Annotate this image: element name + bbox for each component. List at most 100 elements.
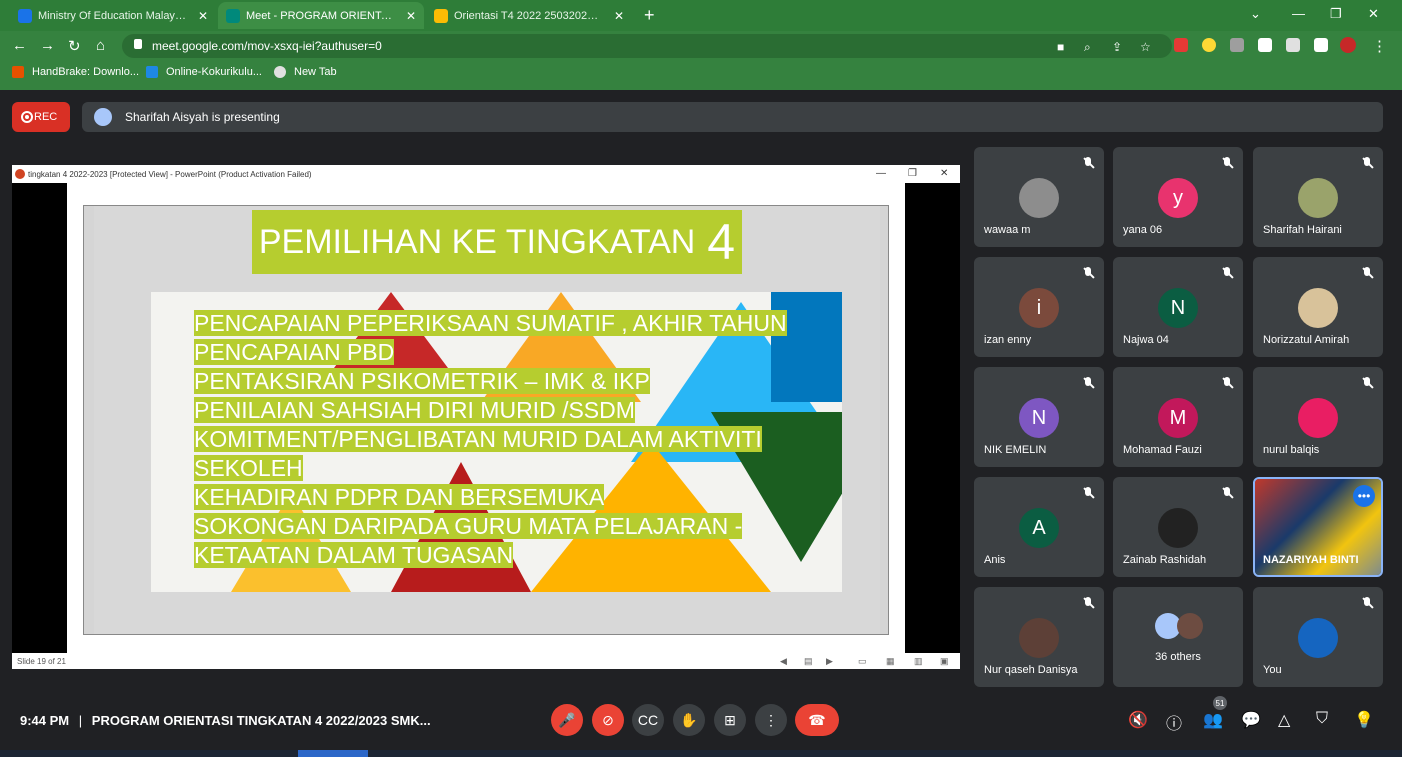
captions-button[interactable]: CC <box>632 704 664 736</box>
people-icon[interactable]: 👥 <box>1203 710 1223 730</box>
avatar <box>1298 618 1338 658</box>
meeting-details-icon[interactable]: ⓘ <box>1166 710 1182 734</box>
participant-tile[interactable]: A Anis <box>974 477 1104 577</box>
mic-off-icon <box>1082 267 1094 279</box>
tab-search-icon[interactable]: ⌄ <box>1250 6 1261 22</box>
powerpoint-statusbar: Slide 19 of 21 ◀ ▤ ▶ ▭ ▦ ▥ ▣ <box>12 653 960 669</box>
mic-toggle-button[interactable]: 🎤 <box>551 704 583 736</box>
bookmark-handbrake[interactable]: HandBrake: Downlo... <box>12 66 139 78</box>
extension-red-icon[interactable] <box>1174 38 1188 52</box>
raise-hand-button[interactable]: ✋ <box>673 704 705 736</box>
extension-gray-icon[interactable] <box>1230 38 1244 52</box>
participant-tile[interactable]: nurul balqis <box>1253 367 1383 467</box>
notes-icon: ▤ <box>804 656 813 666</box>
home-icon[interactable]: ⌂ <box>96 37 105 54</box>
window-close-icon[interactable]: ✕ <box>1368 6 1379 22</box>
bullet: PENCAPAIAN PEPERIKSAAN SUMATIF , AKHIR T… <box>194 310 787 336</box>
bookmark-label: Online-Kokurikulu... <box>166 66 262 78</box>
mic-off-icon <box>1082 487 1094 499</box>
participant-name: nurul balqis <box>1263 444 1320 456</box>
close-icon[interactable]: ✕ <box>614 9 624 23</box>
chat-icon[interactable]: 💬 <box>1241 710 1261 730</box>
host-controls-icon[interactable]: ⛉ <box>1316 710 1328 728</box>
participant-tile[interactable]: Nur qaseh Danisya <box>974 587 1104 687</box>
participant-tile[interactable]: wawaa m <box>974 147 1104 247</box>
present-button[interactable]: ⊞ <box>714 704 746 736</box>
menu-kebab-icon[interactable]: ⋮ <box>1372 37 1387 55</box>
extension-bulb-icon[interactable]: 💡 <box>1354 710 1374 730</box>
back-icon[interactable]: ← <box>12 37 27 54</box>
globe-icon <box>274 66 286 78</box>
participant-name: wawaa m <box>984 224 1031 236</box>
mute-all-icon[interactable]: 🔇 <box>1128 710 1148 730</box>
tab-drive[interactable]: Orientasi T4 2022 25032022 - Goo ✕ <box>426 2 632 29</box>
bookmark-kokurikulum[interactable]: Online-Kokurikulu... <box>146 66 262 78</box>
forward-icon[interactable]: → <box>40 37 55 54</box>
slide-sorter-icon: ▦ <box>886 656 895 666</box>
drive-favicon-icon <box>434 8 448 23</box>
more-options-button[interactable]: ⋮ <box>755 704 787 736</box>
activities-icon[interactable]: △ <box>1278 710 1290 730</box>
minimize-icon[interactable]: — <box>1292 6 1305 21</box>
close-icon[interactable]: ✕ <box>406 9 416 23</box>
share-icon[interactable]: ⇪ <box>1112 40 1122 54</box>
participant-tile[interactable]: i izan enny <box>974 257 1104 357</box>
more-options-icon[interactable]: ••• <box>1353 485 1375 507</box>
participant-tile[interactable]: Sharifah Hairani <box>1253 147 1383 247</box>
slide: PEMILIHAN KE TINGKATAN 4 PENCAPAIAN PEPE… <box>83 205 889 635</box>
participant-name: Najwa 04 <box>1123 334 1169 346</box>
participant-tile[interactable]: N Najwa 04 <box>1113 257 1243 357</box>
mic-off-icon <box>1082 597 1094 609</box>
slide-title-text: PEMILIHAN KE TINGKATAN <box>258 222 696 261</box>
address-bar[interactable]: meet.google.com/mov-xsxq-iei?authuser=0 … <box>122 34 1172 58</box>
profile-avatar[interactable] <box>1340 37 1356 53</box>
participant-tile[interactable]: M Mohamad Fauzi <box>1113 367 1243 467</box>
browser-chrome: Ministry Of Education Malaysia - ✕ Meet … <box>0 0 1402 90</box>
bookmark-label: New Tab <box>294 66 337 78</box>
handbrake-icon <box>12 66 24 78</box>
self-tile[interactable]: You <box>1253 587 1383 687</box>
camera-toggle-button[interactable]: ⊘ <box>592 704 624 736</box>
participant-tile[interactable]: Zainab Rashidah <box>1113 477 1243 577</box>
mic-off-icon <box>1361 267 1373 279</box>
camera-icon[interactable]: ■ <box>1057 40 1064 54</box>
reload-icon[interactable]: ↻ <box>68 37 81 55</box>
leave-call-button[interactable]: ☎ <box>795 704 839 736</box>
separator: | <box>78 713 83 728</box>
reading-view-icon: ▥ <box>914 656 923 666</box>
presenting-text: Sharifah Aisyah is presenting <box>125 110 280 124</box>
tab-moe[interactable]: Ministry Of Education Malaysia - ✕ <box>10 2 216 29</box>
record-icon <box>21 111 33 123</box>
shared-screen[interactable]: tingkatan 4 2022-2023 [Protected View] -… <box>12 165 960 669</box>
participant-count-badge: 51 <box>1213 696 1227 710</box>
extension-bulb-icon[interactable] <box>1202 38 1216 52</box>
mic-off-icon <box>1361 157 1373 169</box>
participant-name: Norizzatul Amirah <box>1263 334 1350 346</box>
extensions-puzzle-icon[interactable] <box>1258 38 1272 52</box>
bullet: KEHADIRAN PDPR DAN BERSEMUKA <box>194 484 605 510</box>
participant-tile[interactable]: Norizzatul Amirah <box>1253 257 1383 357</box>
tab-meet[interactable]: Meet - PROGRAM ORIENTASI ✕ <box>218 2 424 29</box>
tab-label: Meet - PROGRAM ORIENTASI <box>246 9 396 22</box>
moe-favicon-icon <box>18 8 32 23</box>
address-row: ← → ↻ ⌂ meet.google.com/mov-xsxq-iei?aut… <box>0 31 1402 61</box>
slide-area: PEMILIHAN KE TINGKATAN 4 PENCAPAIAN PEPE… <box>67 183 905 653</box>
bullet: SOKONGAN DARIPADA GURU MATA PELAJARAN - <box>194 513 743 539</box>
media-icon[interactable] <box>1286 38 1300 52</box>
close-icon[interactable]: ✕ <box>198 9 208 23</box>
participant-tile[interactable]: N NIK EMELIN <box>974 367 1104 467</box>
participant-tile-video[interactable]: ••• NAZARIYAH BINTI <box>1253 477 1383 577</box>
powerpoint-icon <box>15 169 25 179</box>
url-text: meet.google.com/mov-xsxq-iei?authuser=0 <box>152 39 382 53</box>
ppt-close-icon: ✕ <box>940 168 949 179</box>
zoom-icon[interactable]: ⌕ <box>1084 40 1091 55</box>
recording-indicator[interactable]: REC <box>12 102 70 132</box>
others-tile[interactable]: 36 others <box>1113 587 1243 687</box>
maximize-icon[interactable]: ❐ <box>1330 6 1342 22</box>
side-panel-icon[interactable] <box>1314 38 1328 52</box>
bookmark-star-icon[interactable]: ☆ <box>1140 40 1151 54</box>
taskbar-active-app[interactable] <box>298 750 368 757</box>
bookmark-new-tab[interactable]: New Tab <box>274 66 337 78</box>
new-tab-button[interactable]: + <box>644 5 655 26</box>
participant-tile[interactable]: y yana 06 <box>1113 147 1243 247</box>
